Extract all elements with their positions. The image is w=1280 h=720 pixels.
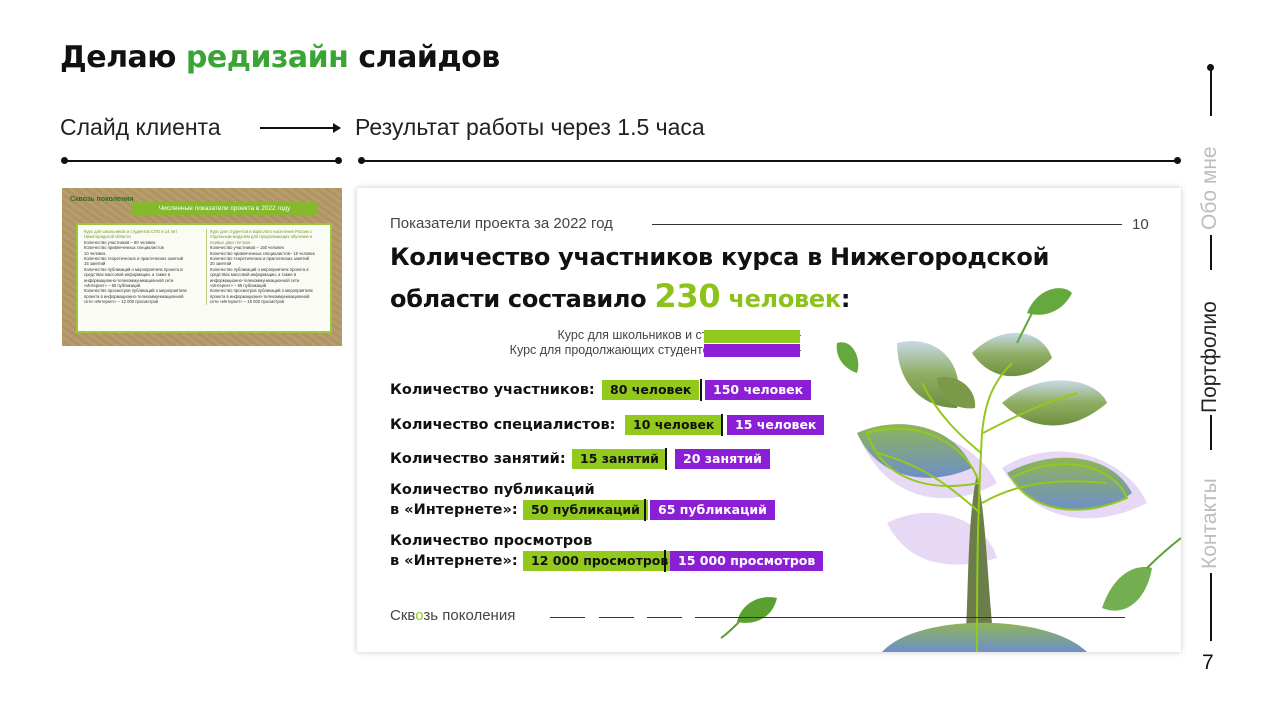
title-accent: редизайн xyxy=(185,40,349,75)
metric-value-green: 80 человек xyxy=(602,380,700,400)
metric-separator xyxy=(721,414,723,436)
client-col-2: Курс для студентов и взрослого населения… xyxy=(206,229,324,305)
legend-swatch-purple xyxy=(704,344,800,357)
divider-dot xyxy=(335,157,342,164)
footer-text-a: Скв xyxy=(390,607,416,624)
metric-value-purple: 20 занятий xyxy=(675,449,770,469)
headline-line-1: Количество участников курса в Нижегородс… xyxy=(390,243,1050,271)
metric-label: в «Интернете»: xyxy=(390,553,518,569)
divider-dot xyxy=(1174,157,1181,164)
legend-swatch-green xyxy=(704,330,800,343)
page-number: 7 xyxy=(1202,651,1214,674)
metric-value-green: 50 публикаций xyxy=(523,500,648,520)
metric-label: Количество публикаций xyxy=(390,482,595,498)
metric-value-green: 10 человек xyxy=(625,415,723,435)
nav-portfolio[interactable]: Портфолио xyxy=(1198,273,1222,413)
headline-prefix: области составило xyxy=(390,285,647,313)
metric-label: Количество участников: xyxy=(390,382,595,398)
footer-dash xyxy=(647,617,682,618)
footer-dash xyxy=(599,617,634,618)
arrow-right-icon xyxy=(260,124,341,132)
metric-value-purple: 15 человек xyxy=(727,415,825,435)
metric-separator xyxy=(644,499,646,521)
side-nav: Обо мне Портфолио Контакты xyxy=(1198,64,1222,641)
metric-label: Количество занятий: xyxy=(390,451,566,467)
client-col-heading: Курс для студентов и взрослого населения… xyxy=(210,229,313,245)
nav-contacts[interactable]: Контакты xyxy=(1198,451,1222,569)
client-col-heading: Курс для школьников и студентов СПО в 14… xyxy=(84,229,178,240)
metric-label: Количество просмотров xyxy=(390,533,593,549)
nav-line xyxy=(1210,573,1212,641)
client-slide-label: Слайд клиента xyxy=(60,114,221,140)
client-col-line: сети «Интернет» – 12 000 просмотров xyxy=(84,299,159,305)
metric-label: Количество специалистов: xyxy=(390,417,616,433)
client-slide-thumbnail[interactable]: Сквозь поколения Численные показатели пр… xyxy=(62,188,342,346)
footer-text-b: зь поколения xyxy=(423,607,516,624)
title-suffix: слайдов xyxy=(358,40,500,75)
client-banner: Численные показатели проекта в 2022 году xyxy=(132,202,317,215)
kicker-line xyxy=(652,224,1122,225)
divider-dot xyxy=(358,157,365,164)
page-title: Делаю редизайн слайдов xyxy=(60,40,500,75)
nav-line xyxy=(1210,68,1212,116)
client-col-line: сети «Интернет» – 15 000 просмотров xyxy=(210,299,285,305)
leaf-icon xyxy=(720,597,777,639)
client-col-1: Курс для школьников и студентов СПО в 14… xyxy=(84,229,202,305)
nav-about[interactable]: Обо мне xyxy=(1198,120,1222,230)
metric-value-green: 12 000 просмотров xyxy=(523,551,677,571)
slide-kicker: Показатели проекта за 2022 год xyxy=(390,215,613,232)
plant-illustration xyxy=(836,288,1181,652)
metric-value-purple: 65 публикаций xyxy=(650,500,775,520)
metric-separator xyxy=(700,379,702,401)
divider-dot xyxy=(61,157,68,164)
footer-line xyxy=(695,617,1125,618)
result-slide[interactable]: Показатели проекта за 2022 год 10 Количе… xyxy=(357,188,1181,652)
result-label: Результат работы через 1.5 часа xyxy=(355,114,705,140)
metric-value-purple: 15 000 просмотров xyxy=(670,551,824,571)
footer-dash xyxy=(550,617,585,618)
client-panel: Курс для школьников и студентов СПО в 14… xyxy=(76,223,332,333)
slide-footer: Сквозь поколения xyxy=(390,607,515,624)
slide-number: 10 xyxy=(1132,216,1149,233)
headline-value: 230 xyxy=(654,277,721,315)
metric-label: в «Интернете»: xyxy=(390,502,518,518)
title-prefix: Делаю xyxy=(60,40,176,75)
divider-right xyxy=(361,160,1177,162)
nav-line xyxy=(1210,415,1212,450)
metric-value-purple: 150 человек xyxy=(705,380,812,400)
divider-left xyxy=(64,160,338,162)
nav-line xyxy=(1210,235,1212,270)
metric-separator xyxy=(664,550,666,572)
metric-separator xyxy=(665,448,667,470)
headline-unit: человек xyxy=(728,285,841,313)
client-logo: Сквозь поколения xyxy=(70,196,134,203)
metric-value-green: 15 занятий xyxy=(572,449,667,469)
